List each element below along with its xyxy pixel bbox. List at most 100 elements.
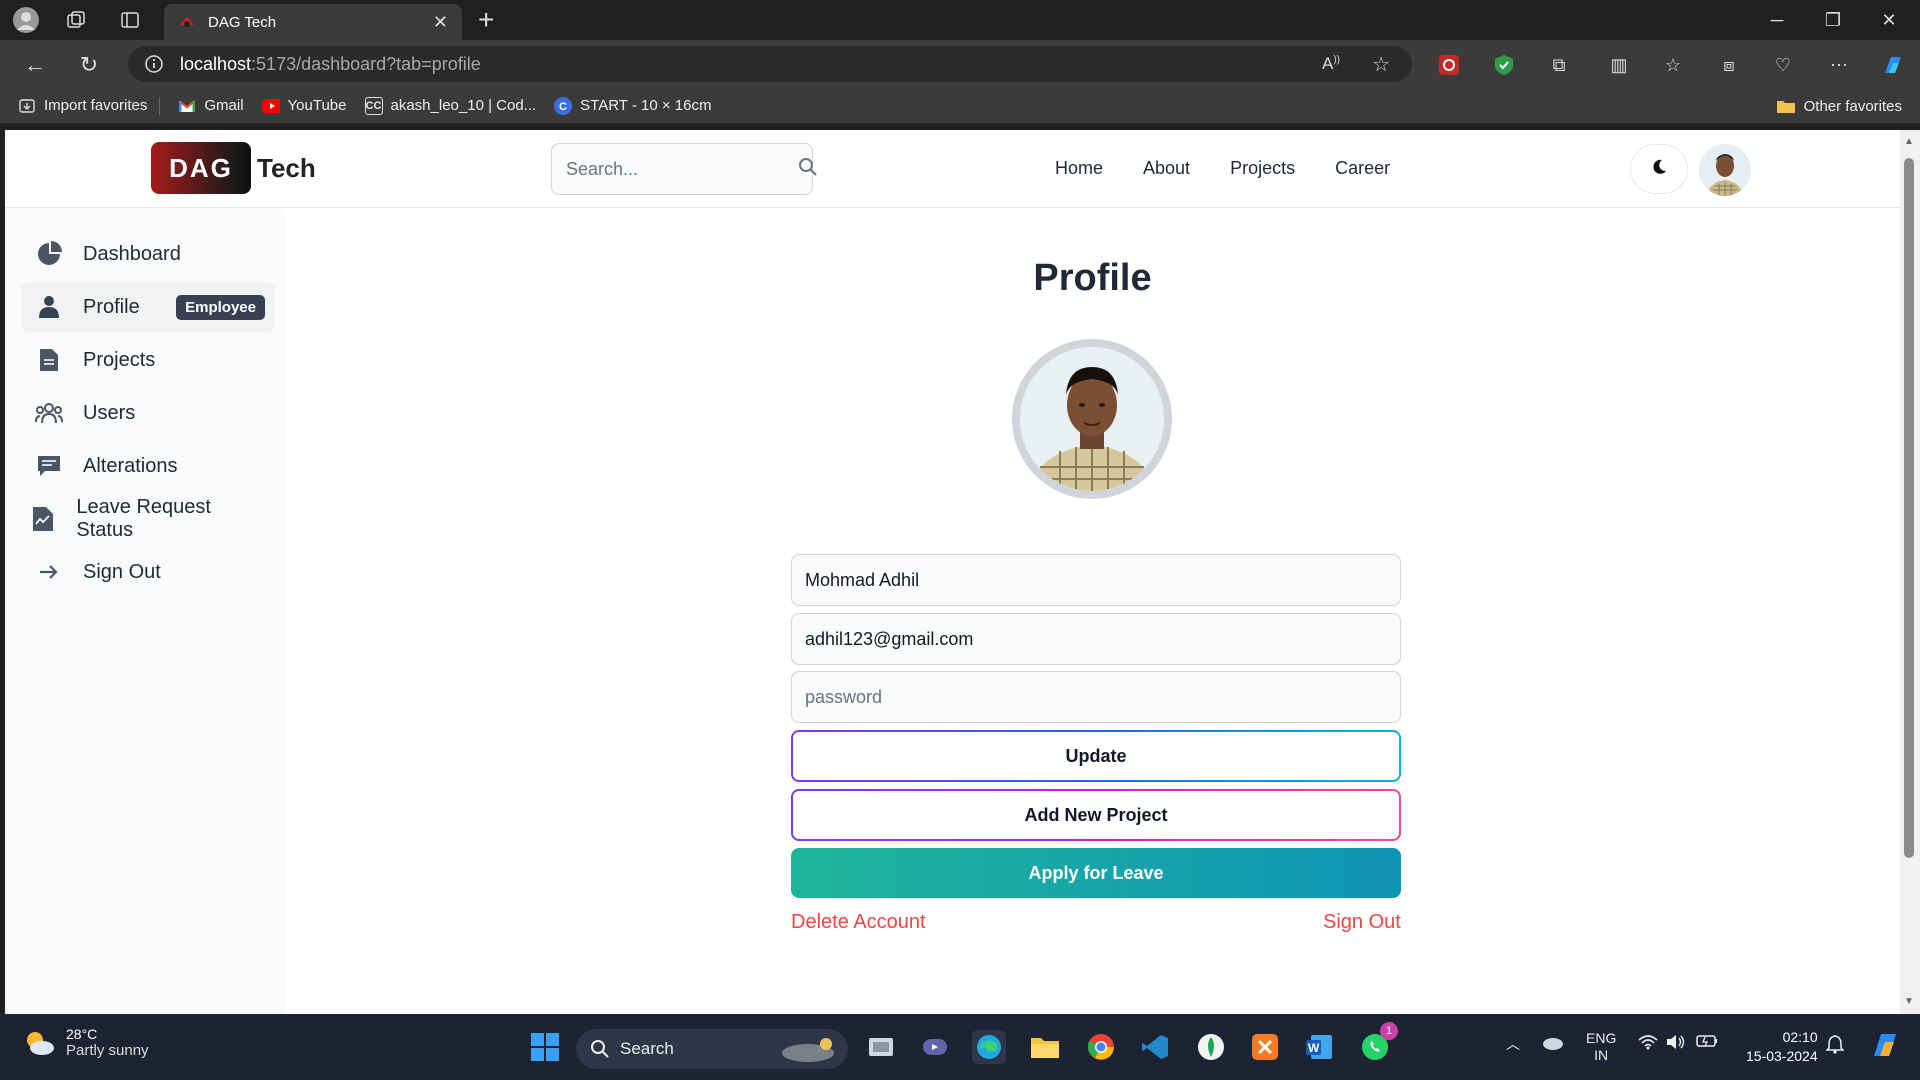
- language-indicator[interactable]: ENG IN: [1586, 1030, 1616, 1064]
- show-hidden-icons-icon[interactable]: ︿: [1506, 1034, 1520, 1054]
- task-view-icon[interactable]: [864, 1030, 898, 1064]
- workspaces-icon[interactable]: [62, 6, 90, 34]
- favorite-import[interactable]: Import favorites: [18, 92, 147, 120]
- favorite-youtube[interactable]: YouTube: [261, 92, 347, 120]
- url-input[interactable]: localhost:5173/dashboard?tab=profile A))…: [128, 46, 1412, 82]
- teams-meet-icon[interactable]: [918, 1030, 952, 1064]
- taskbar-search-label: Search: [620, 1039, 674, 1058]
- other-favorites[interactable]: Other favorites: [1776, 92, 1902, 120]
- chrome-icon[interactable]: [1084, 1030, 1118, 1064]
- profile-avatar[interactable]: [1012, 339, 1172, 499]
- sidebar-item-dashboard[interactable]: Dashboard: [21, 229, 275, 279]
- favorites-icon[interactable]: ☆: [1660, 52, 1686, 78]
- canva-icon: C: [554, 96, 573, 115]
- tab-close-icon[interactable]: ✕: [433, 12, 448, 33]
- restore-icon[interactable]: ❐: [1810, 6, 1856, 34]
- scroll-up-icon[interactable]: ▲: [1904, 136, 1914, 147]
- mongodb-compass-icon[interactable]: [1194, 1030, 1228, 1064]
- favorite-gmail[interactable]: Gmail: [178, 92, 244, 120]
- site-logo[interactable]: DAG Tech: [151, 142, 316, 194]
- username-input[interactable]: [805, 569, 1387, 591]
- word-icon[interactable]: W: [1302, 1030, 1336, 1064]
- onedrive-icon[interactable]: [1540, 1034, 1564, 1053]
- favorite-label: Import favorites: [44, 97, 148, 114]
- sign-out-link[interactable]: Sign Out: [1323, 911, 1401, 934]
- copilot-icon[interactable]: [1880, 52, 1906, 78]
- delete-account-link[interactable]: Delete Account: [791, 911, 926, 934]
- wifi-icon[interactable]: [1638, 1034, 1658, 1053]
- read-aloud-icon[interactable]: A)): [1322, 54, 1340, 74]
- favorites-divider: [159, 96, 161, 115]
- svg-text:W: W: [1308, 1041, 1320, 1055]
- battery-icon[interactable]: [1696, 1034, 1718, 1051]
- sidebar-item-leave-request-status[interactable]: Leave Request Status: [15, 494, 269, 544]
- scroll-down-icon[interactable]: ▼: [1904, 996, 1914, 1007]
- search-highlight-icon: [778, 1035, 838, 1063]
- tab-title: DAG Tech: [208, 13, 277, 31]
- extensions-puzzle-icon[interactable]: ⧉: [1546, 52, 1572, 78]
- collections-icon[interactable]: ⧈: [1716, 52, 1742, 78]
- nav-projects[interactable]: Projects: [1230, 158, 1295, 179]
- new-tab-icon[interactable]: +: [478, 4, 494, 36]
- search-icon[interactable]: [798, 157, 818, 182]
- page-scrollbar[interactable]: ▲ ▼: [1900, 130, 1920, 1014]
- pie-chart-icon: [35, 240, 63, 268]
- favorite-canva[interactable]: C START - 10 × 16cm: [554, 92, 711, 120]
- update-button[interactable]: Update: [791, 730, 1401, 782]
- svg-text:C: C: [559, 101, 567, 113]
- extension-red-icon[interactable]: [1436, 52, 1462, 78]
- split-screen-icon[interactable]: ▥: [1606, 52, 1632, 78]
- sidebar-item-users[interactable]: Users: [21, 388, 275, 438]
- sidebar-item-projects[interactable]: Projects: [21, 335, 275, 385]
- email-input[interactable]: [805, 628, 1387, 650]
- shield-extension-icon[interactable]: [1491, 52, 1517, 78]
- theme-toggle-button[interactable]: [1630, 144, 1688, 194]
- search-input[interactable]: [566, 158, 798, 180]
- favorite-codechef[interactable]: CC akash_leo_10 | Cod...: [364, 92, 536, 120]
- vscode-icon[interactable]: [1138, 1030, 1172, 1064]
- back-icon[interactable]: ←: [20, 50, 50, 80]
- apply-for-leave-button[interactable]: Apply for Leave: [791, 848, 1401, 898]
- taskbar-search[interactable]: Search: [576, 1029, 848, 1069]
- profile-avatar-icon[interactable]: [12, 6, 40, 34]
- password-input[interactable]: [805, 686, 1387, 708]
- scrollbar-thumb[interactable]: [1904, 158, 1914, 858]
- sidebar-item-label: Projects: [83, 348, 156, 371]
- whatsapp-icon[interactable]: 1: [1358, 1022, 1398, 1064]
- file-explorer-icon[interactable]: [1028, 1030, 1062, 1064]
- browser-tab[interactable]: DAG Tech ✕: [164, 4, 462, 40]
- site-info-icon[interactable]: [144, 54, 164, 74]
- youtube-icon: [261, 97, 280, 115]
- minimize-icon[interactable]: ─: [1754, 6, 1800, 34]
- sidebar-item-alterations[interactable]: Alterations: [21, 441, 275, 491]
- nav-home[interactable]: Home: [1055, 158, 1103, 179]
- page-title: Profile: [1033, 257, 1152, 299]
- nav-career[interactable]: Career: [1335, 158, 1390, 179]
- window-close-icon[interactable]: ✕: [1866, 6, 1912, 34]
- edge-browser-icon[interactable]: [972, 1030, 1006, 1064]
- nav-about[interactable]: About: [1143, 158, 1190, 179]
- more-menu-icon[interactable]: ⋯: [1826, 52, 1852, 78]
- vertical-tabs-icon[interactable]: [116, 6, 144, 34]
- system-clock[interactable]: 02:10 15-03-2024: [1746, 1028, 1818, 1066]
- notifications-bell-icon[interactable]: [1825, 1034, 1845, 1057]
- user-avatar[interactable]: [1699, 144, 1751, 196]
- browser-tab-bar: DAG Tech ✕ + ─ ❐ ✕: [0, 0, 1920, 40]
- volume-icon[interactable]: [1666, 1034, 1686, 1053]
- browser-essentials-icon[interactable]: ♡: [1770, 52, 1796, 78]
- weather-widget[interactable]: 28°C Partly sunny: [22, 1026, 149, 1059]
- xampp-icon[interactable]: [1248, 1030, 1282, 1064]
- sidebar-item-profile[interactable]: Profile Employee: [21, 282, 275, 332]
- favorite-label: START - 10 × 16cm: [580, 97, 712, 114]
- sidebar-item-sign-out[interactable]: Sign Out: [21, 547, 275, 597]
- add-new-project-button[interactable]: Add New Project: [791, 789, 1401, 841]
- favorite-star-icon[interactable]: ☆: [1372, 52, 1390, 77]
- refresh-icon[interactable]: ↻: [74, 50, 104, 80]
- copilot-taskbar-icon[interactable]: [1868, 1028, 1902, 1062]
- weather-temperature: 28°C: [66, 1026, 98, 1042]
- clock-time: 02:10: [1782, 1029, 1818, 1045]
- windows-start-icon[interactable]: [528, 1030, 562, 1064]
- update-button-label: Update: [793, 732, 1399, 780]
- sidebar-item-label: Dashboard: [83, 242, 181, 265]
- email-field: [791, 613, 1401, 665]
